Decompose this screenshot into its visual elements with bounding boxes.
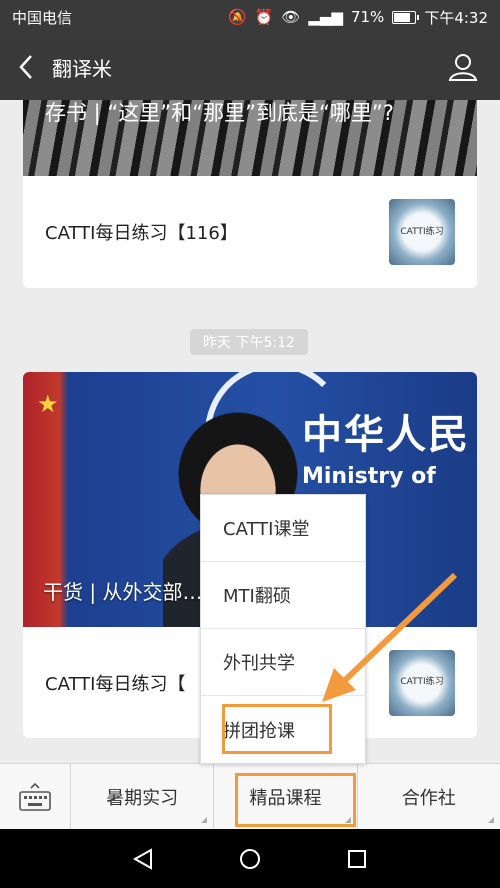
annotation-arrow-icon: [322, 572, 458, 702]
